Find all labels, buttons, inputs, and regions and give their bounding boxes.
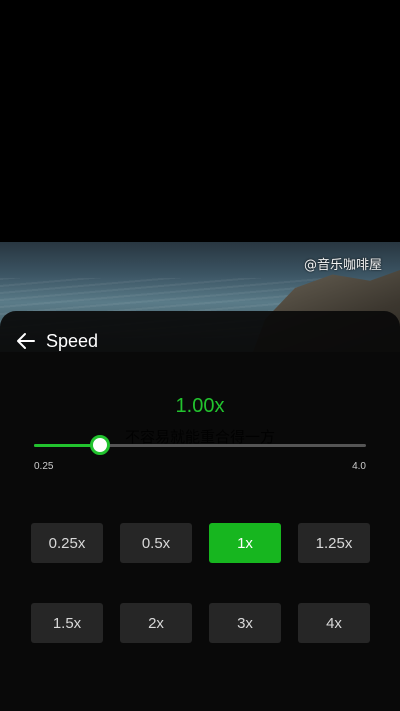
speed-option[interactable]: 3x (209, 603, 281, 643)
speed-slider[interactable] (34, 435, 366, 455)
speed-option[interactable]: 0.25x (31, 523, 103, 563)
slider-max-label: 4.0 (352, 461, 366, 472)
speed-option[interactable]: 1.25x (298, 523, 370, 563)
speed-option[interactable]: 1.5x (31, 603, 103, 643)
speed-option[interactable]: 2x (120, 603, 192, 643)
speed-option-selected[interactable]: 1x (209, 523, 281, 563)
panel-title: Speed (46, 330, 99, 351)
slider-thumb[interactable] (90, 435, 111, 455)
speed-panel: Speed 1.00x 不容易就能重合得一方 0.25 4.0 0.25x 0.… (0, 311, 400, 711)
channel-watermark: @音乐咖啡屋 (303, 258, 382, 273)
speed-option[interactable]: 4x (298, 603, 370, 643)
arrow-left-icon (17, 333, 35, 349)
speed-options: 0.25x 0.5x 1x 1.25x 1.5x 2x 3x 4x (31, 523, 371, 643)
panel-header: Speed (14, 327, 98, 355)
slider-min-label: 0.25 (34, 461, 54, 472)
speed-option[interactable]: 0.5x (120, 523, 192, 563)
back-button[interactable] (14, 329, 38, 353)
current-speed-value: 1.00x (175, 395, 225, 417)
